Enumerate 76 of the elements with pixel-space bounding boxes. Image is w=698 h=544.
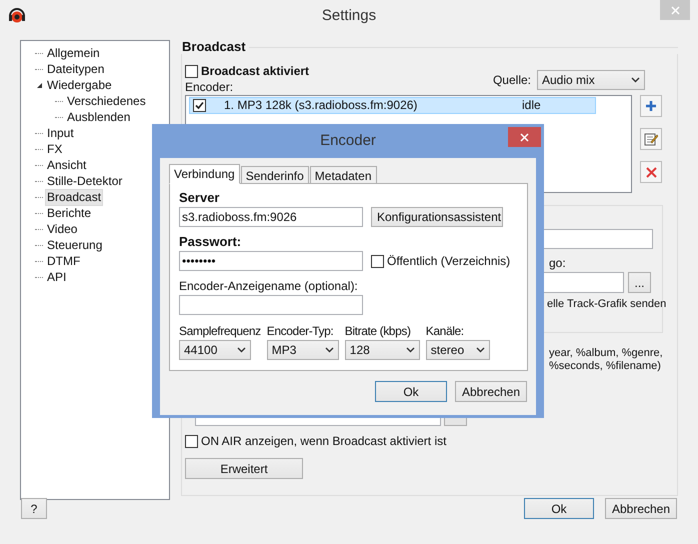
track-art-label: elle Track-Grafik senden xyxy=(547,297,666,311)
tree-item[interactable]: Verschiedenes xyxy=(65,92,148,110)
help-button[interactable]: ? xyxy=(21,498,47,519)
tree-item[interactable]: Input xyxy=(45,124,76,142)
public-checkbox[interactable] xyxy=(371,254,384,268)
plus-icon xyxy=(645,100,657,112)
combo-label: Bitrate (kbps) xyxy=(344,324,412,338)
dropdown[interactable]: 128 xyxy=(344,340,420,360)
caret-icon xyxy=(631,77,640,83)
close-icon xyxy=(520,132,529,142)
tab[interactable]: Verbindung xyxy=(169,164,240,184)
tree-item[interactable]: FX xyxy=(45,140,64,158)
expander-icon[interactable] xyxy=(36,82,43,88)
broadcast-checkbox[interactable] xyxy=(185,64,198,78)
checkbox-label: Öffentlich (Verzeichnis) xyxy=(387,253,510,270)
combo-label: Samplefrequenz xyxy=(179,324,261,338)
tree-item[interactable]: Berichte xyxy=(45,204,94,222)
cancel-button[interactable]: Abbrechen xyxy=(605,498,677,519)
tree-item[interactable]: Allgemein xyxy=(45,44,102,62)
tab[interactable]: Metadaten xyxy=(310,166,376,184)
combo-label: Encoder-Typ: xyxy=(266,324,334,338)
tab[interactable]: Senderinfo xyxy=(240,166,309,184)
caret-icon xyxy=(476,347,485,353)
tree-item[interactable]: DTMF xyxy=(45,252,82,270)
on-air-checkbox[interactable] xyxy=(185,434,198,448)
combo-label: Kanäle: xyxy=(426,324,465,338)
group-title: Broadcast xyxy=(182,38,247,56)
headphones-icon xyxy=(8,6,26,24)
variables-text: %seconds, %filename) xyxy=(549,360,661,373)
tree-item[interactable]: Video xyxy=(45,220,80,238)
tree-item[interactable]: Steuerung xyxy=(45,236,104,254)
encoder-name: 1. MP3 128k (s3.radioboss.fm:9026) xyxy=(224,99,418,112)
encoder-checkbox[interactable] xyxy=(193,99,206,112)
server-field[interactable]: s3.radioboss.fm:9026 xyxy=(179,207,363,227)
caret-icon xyxy=(406,347,415,353)
ok-button[interactable]: Ok xyxy=(375,381,447,402)
source-label: Quelle: xyxy=(492,72,531,89)
encoder-status: idle xyxy=(522,99,541,112)
tree-item[interactable]: Wiedergabe xyxy=(45,76,114,94)
cancel-button[interactable]: Abbrechen xyxy=(455,381,527,402)
variables-text: year, %album, %genre, xyxy=(549,347,663,360)
logo-label: go: xyxy=(548,256,567,270)
display-name-field[interactable] xyxy=(179,295,363,315)
tree-item[interactable]: Broadcast xyxy=(45,188,104,206)
caret-icon xyxy=(237,347,246,353)
display-name-label: Encoder-Anzeigename (optional): xyxy=(179,279,359,293)
source-select[interactable]: Audio mix xyxy=(537,70,645,90)
edit-button[interactable] xyxy=(640,128,662,150)
ok-button[interactable]: Ok xyxy=(524,498,594,519)
wizard-button[interactable]: Konfigurationsassistent xyxy=(371,207,503,227)
dropdown[interactable]: 44100 xyxy=(179,340,251,360)
tree-item[interactable]: Stille-Detektor xyxy=(45,172,124,190)
delete-icon xyxy=(646,166,656,178)
encoder-row[interactable]: 1. MP3 128k (s3.radioboss.fm:9026) idle xyxy=(189,97,596,114)
dropdown[interactable]: MP3 xyxy=(266,340,339,360)
encoder-label: Encoder: xyxy=(185,80,234,94)
tree-item[interactable]: API xyxy=(45,268,68,286)
close-button[interactable] xyxy=(508,127,541,147)
dropdown[interactable]: stereo xyxy=(426,340,490,360)
advanced-button[interactable]: Erweitert xyxy=(185,458,303,479)
checkbox-label: Broadcast aktiviert xyxy=(201,63,310,80)
server-label: Server xyxy=(179,190,220,206)
tree-item[interactable]: Ausblenden xyxy=(65,108,132,126)
password-label: Passwort: xyxy=(179,234,242,250)
tree-item[interactable]: Dateitypen xyxy=(45,60,106,78)
close-icon xyxy=(670,6,680,14)
dialog-title: Encoder xyxy=(320,130,376,151)
password-field[interactable]: •••••••• xyxy=(179,251,363,271)
add-button[interactable] xyxy=(640,95,662,117)
window-title: Settings xyxy=(322,6,376,26)
caret-icon xyxy=(324,347,334,353)
checkbox-label: ON AIR anzeigen, wenn Broadcast aktiviert ist xyxy=(201,433,446,450)
edit-icon xyxy=(644,132,658,146)
delete-button[interactable] xyxy=(640,161,662,183)
tree-item[interactable]: Ansicht xyxy=(45,156,88,174)
browse-button[interactable]: ... xyxy=(628,272,651,293)
